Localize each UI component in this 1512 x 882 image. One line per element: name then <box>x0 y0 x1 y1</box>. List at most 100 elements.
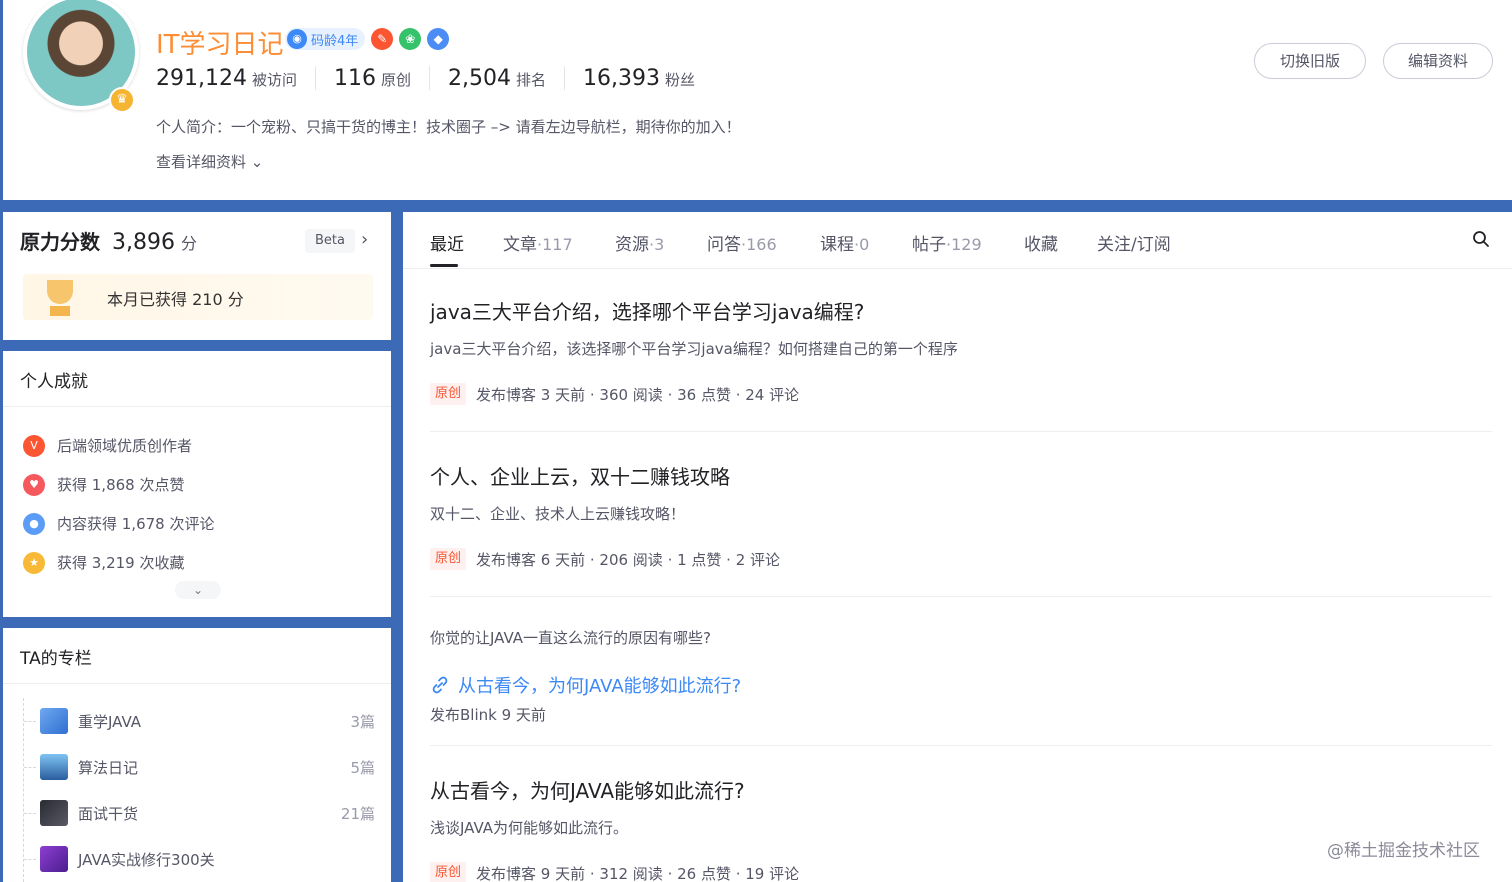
column-thumbnail <box>40 754 68 780</box>
tab-count: ·3 <box>649 235 665 254</box>
watermark: @稀土掘金技术社区 <box>1327 841 1480 861</box>
tab-label: 课程 <box>820 235 854 255</box>
blink-question: 你觉的让JAVA一直这么流行的原因有哪些? <box>430 629 711 647</box>
column-count: 5篇 <box>350 758 375 777</box>
edit-profile-button[interactable]: 编辑资料 <box>1383 43 1493 79</box>
post-description: 浅谈JAVA为何能够如此流行。 <box>430 819 629 837</box>
stat-visits: 291,124 被访问 <box>156 66 316 91</box>
stat-label: 被访问 <box>251 71 297 89</box>
tab-articles[interactable]: 文章·117 <box>503 230 573 255</box>
force-score-card[interactable]: 原力分数 3,896 分 Beta › 本月已获得 210 分 <box>3 212 391 340</box>
score-title: 原力分数 <box>20 230 100 254</box>
achievement-item: ♥ 获得 1,868 次点赞 <box>23 465 214 504</box>
tab-label: 问答 <box>707 235 741 255</box>
tab-favorites[interactable]: 收藏 <box>1024 230 1058 255</box>
post-meta: 原创 发布博客 9 天前 · 312 阅读 · 26 点赞 · 19 评论 <box>430 862 1492 882</box>
blink-link-text: 从古看今，为何JAVA能够如此流行? <box>458 676 742 697</box>
stat-fans: 16,393 粉丝 <box>583 66 713 91</box>
post-meta: 原创 发布博客 3 天前 · 360 阅读 · 36 点赞 · 24 评论 <box>430 383 1492 405</box>
post-title[interactable]: java三大平台介绍，选择哪个平台学习java编程? <box>430 296 1492 325</box>
post-item[interactable]: java三大平台介绍，选择哪个平台学习java编程? java三大平台介绍，该选… <box>430 296 1492 405</box>
column-item[interactable]: 面试干货 21篇 <box>24 790 375 836</box>
achievements-title: 个人成就 <box>20 372 88 392</box>
active-tab-indicator <box>430 264 458 267</box>
divider <box>430 745 1492 746</box>
pen-medal-icon[interactable]: ✎ <box>371 28 394 50</box>
profile-intro: 个人简介：一个宠粉、只搞干货的博主！技术圈子 –> 请看左边导航栏，期待你的加入… <box>156 118 741 136</box>
achievements-list: V 后端领域优质创作者 ♥ 获得 1,868 次点赞 ● 内容获得 1,678 … <box>23 426 214 582</box>
column-thumbnail <box>40 800 68 826</box>
blink-link[interactable]: 从古看今，为何JAVA能够如此流行? <box>430 672 1492 698</box>
code-age-label: 码龄4年 <box>311 33 359 49</box>
column-item[interactable]: JAVA实战修行300关 <box>24 836 375 882</box>
v-badge-icon: V <box>23 434 45 457</box>
post-meta-text: 发布博客 3 天前 · 360 阅读 · 36 点赞 · 24 评论 <box>476 385 800 404</box>
tab-recent[interactable]: 最近 <box>430 230 464 255</box>
column-thumbnail <box>40 846 68 872</box>
stat-value: 2,504 <box>448 66 511 91</box>
search-icon[interactable] <box>1472 230 1490 248</box>
monthly-score-box: 本月已获得 210 分 <box>23 274 373 320</box>
post-item[interactable]: 个人、企业上云，双十二赚钱攻略 双十二、企业、技术人上云赚钱攻略！ 原创 发布博… <box>430 461 1492 570</box>
shield-medal-icon[interactable]: ◆ <box>427 28 450 50</box>
post-title[interactable]: 个人、企业上云，双十二赚钱攻略 <box>430 461 1492 490</box>
stat-label: 排名 <box>516 71 547 89</box>
tab-label: 帖子 <box>912 235 946 255</box>
column-item[interactable]: 算法日记 5篇 <box>24 744 375 790</box>
tab-follow[interactable]: 关注/订阅 <box>1097 230 1171 255</box>
tab-count: ·129 <box>946 235 982 254</box>
tab-label: 文章 <box>503 235 537 255</box>
column-item[interactable]: 重学JAVA 3篇 <box>24 698 375 744</box>
column-name: 面试干货 <box>78 804 139 823</box>
tab-resources[interactable]: 资源·3 <box>615 230 664 255</box>
column-count: 3篇 <box>350 712 375 731</box>
tab-courses[interactable]: 课程·0 <box>820 230 869 255</box>
achievement-item: V 后端领域优质创作者 <box>23 426 214 465</box>
stat-label: 原创 <box>381 71 412 89</box>
trophy-icon <box>37 276 83 318</box>
like-icon: ♥ <box>23 473 45 496</box>
tab-posts[interactable]: 帖子·129 <box>912 230 982 255</box>
eye-icon: ◉ <box>287 29 307 49</box>
tab-qa[interactable]: 问答·166 <box>707 230 777 255</box>
view-details-label: 查看详细资料 <box>156 153 247 171</box>
score-unit: 分 <box>180 234 197 253</box>
crown-icon: ♛ <box>109 87 135 113</box>
column-name: JAVA实战修行300关 <box>78 850 215 869</box>
stat-value: 291,124 <box>156 66 247 91</box>
stat-value: 116 <box>334 66 376 91</box>
column-name: 重学JAVA <box>78 712 142 731</box>
post-item[interactable]: 从古看今，为何JAVA能够如此流行? 浅谈JAVA为何能够如此流行。 原创 发布… <box>430 775 1492 882</box>
content-feed: 最近 文章·117 资源·3 问答·166 课程·0 帖子·129 收藏 关注/… <box>403 212 1512 882</box>
score-value: 3,896 <box>112 230 175 255</box>
post-meta-text: 发布博客 9 天前 · 312 阅读 · 26 点赞 · 19 评论 <box>476 864 800 882</box>
column-count: 21篇 <box>340 804 375 823</box>
leaf-medal-icon[interactable]: ❀ <box>399 28 422 50</box>
column-thumbnail <box>40 708 68 734</box>
expand-chevron-icon[interactable]: ⌄ <box>175 581 221 599</box>
columns-card: TA的专栏 重学JAVA 3篇 算法日记 5篇 面试干货 21篇 JAVA实战修… <box>3 628 391 882</box>
original-tag: 原创 <box>430 383 467 405</box>
profile-stats: 291,124 被访问 116 原创 2,504 排名 16,393 粉丝 <box>156 66 731 91</box>
blink-item[interactable]: 你觉的让JAVA一直这么流行的原因有哪些? 从古看今，为何JAVA能够如此流行?… <box>430 627 1492 725</box>
blink-meta: 发布Blink 9 天前 <box>430 706 546 724</box>
divider <box>3 406 391 407</box>
code-age-badge[interactable]: ◉ 码龄4年 <box>285 28 366 50</box>
achievement-label: 获得 3,219 次收藏 <box>57 554 185 572</box>
comment-icon: ● <box>23 512 45 535</box>
post-meta-text: 发布博客 6 天前 · 206 阅读 · 1 点赞 · 2 评论 <box>476 550 781 569</box>
post-description: 双十二、企业、技术人上云赚钱攻略！ <box>430 505 686 523</box>
post-title[interactable]: 从古看今，为何JAVA能够如此流行? <box>430 775 1492 804</box>
achievement-label: 获得 1,868 次点赞 <box>57 476 185 494</box>
achievement-label: 后端领域优质创作者 <box>57 437 193 455</box>
view-details-link[interactable]: 查看详细资料 ⌄ <box>156 151 263 172</box>
switch-old-version-button[interactable]: 切换旧版 <box>1254 43 1366 79</box>
stat-original: 116 原创 <box>334 66 431 91</box>
tab-label: 资源 <box>615 235 649 255</box>
stat-label: 粉丝 <box>665 71 696 89</box>
divider <box>430 596 1492 597</box>
score-header: 原力分数 3,896 分 <box>20 226 197 255</box>
achievement-item: ● 内容获得 1,678 次评论 <box>23 504 214 543</box>
chevron-right-icon[interactable]: › <box>361 229 368 250</box>
link-icon <box>432 676 448 694</box>
